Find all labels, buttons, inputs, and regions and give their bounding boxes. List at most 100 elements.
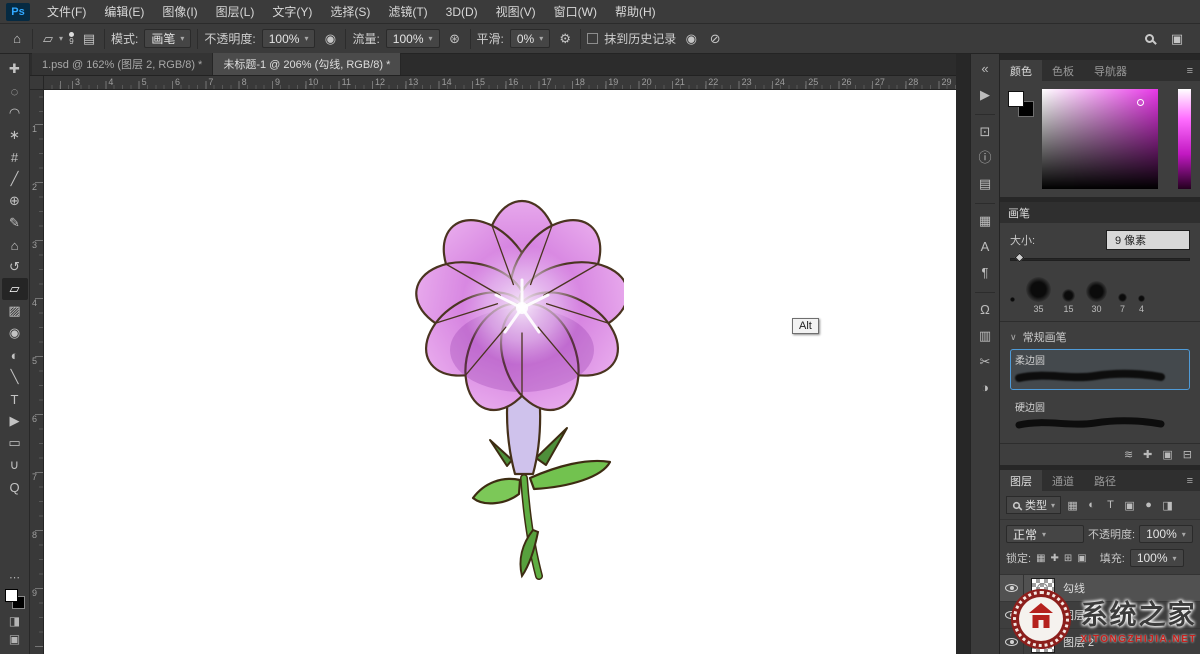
- mode-select[interactable]: 画笔 ▾: [144, 29, 191, 48]
- layer-filter-select[interactable]: 类型 ▾: [1006, 496, 1061, 514]
- filter-shape-icon[interactable]: ▣: [1122, 499, 1137, 512]
- menu-item[interactable]: 文件(F): [38, 0, 95, 24]
- filter-adjustment-icon[interactable]: ◐: [1084, 499, 1099, 511]
- blur-tool[interactable]: ◉: [2, 322, 28, 344]
- healing-brush-tool[interactable]: ⊕: [2, 190, 28, 212]
- scroll-gutter[interactable]: [956, 54, 970, 654]
- search-icon[interactable]: [1145, 34, 1154, 43]
- menu-item[interactable]: 滤镜(T): [379, 0, 436, 24]
- glyphs-panel-icon[interactable]: Ω: [980, 303, 990, 319]
- move-tool[interactable]: ✚: [2, 58, 28, 80]
- character-panel-icon[interactable]: A: [981, 240, 990, 256]
- gradient-tool[interactable]: ▨: [2, 300, 28, 322]
- brush-group-row[interactable]: ∨ 常规画笔: [1010, 329, 1190, 345]
- saturation-brightness-picker[interactable]: [1042, 89, 1158, 189]
- document-tab-1[interactable]: 1.psd @ 162% (图层 2, RGB/8) *: [32, 53, 213, 75]
- flow-select[interactable]: 100% ▾: [386, 29, 440, 48]
- marquee-tool[interactable]: ◌: [2, 80, 28, 102]
- gear-icon[interactable]: ⚙: [556, 31, 574, 47]
- canvas[interactable]: Alt: [44, 90, 956, 654]
- tab-channels[interactable]: 通道: [1042, 470, 1084, 491]
- pressure-opacity-icon[interactable]: ◉: [321, 31, 339, 47]
- libraries-panel-icon[interactable]: ▥: [979, 329, 991, 345]
- adjustments-panel-icon[interactable]: ◑: [981, 381, 989, 397]
- lock-position-icon[interactable]: ⊞: [1064, 553, 1072, 564]
- type-tool[interactable]: T: [2, 388, 28, 410]
- brush-size-slider[interactable]: [1010, 258, 1190, 261]
- tab-swatches[interactable]: 色板: [1042, 60, 1084, 81]
- layer-opacity-select[interactable]: 100% ▾: [1139, 525, 1193, 543]
- clone-stamp-tool[interactable]: ⌂: [2, 234, 28, 256]
- edit-toolbar-icon[interactable]: ⋯: [9, 571, 20, 584]
- filter-pixel-icon[interactable]: ▦: [1065, 499, 1080, 512]
- brush-preset-hard-round[interactable]: 硬边圆: [1010, 396, 1190, 437]
- clone-source-panel-icon[interactable]: ⊡: [980, 125, 991, 141]
- history-brush-tool[interactable]: ↺: [2, 256, 28, 278]
- erase-to-history-checkbox[interactable]: [587, 33, 598, 44]
- menu-item[interactable]: 选择(S): [321, 0, 379, 24]
- actions-panel-icon[interactable]: ▶: [980, 88, 990, 104]
- filter-smart-icon[interactable]: ●: [1141, 499, 1156, 511]
- hue-slider[interactable]: [1178, 89, 1191, 189]
- pen-tool[interactable]: ╲: [2, 366, 28, 388]
- collapse-panels-icon[interactable]: «: [981, 62, 988, 78]
- brush-settings-toggle-icon[interactable]: ▤: [80, 31, 98, 47]
- menu-item[interactable]: 编辑(E): [95, 0, 153, 24]
- lasso-tool[interactable]: ◠: [2, 102, 28, 124]
- document-tab-2[interactable]: 未标题-1 @ 206% (勾线, RGB/8) *: [213, 53, 401, 75]
- delete-brush-icon[interactable]: ⊟: [1183, 448, 1192, 461]
- color-swatches[interactable]: [4, 588, 26, 610]
- new-group-icon[interactable]: ▣: [1162, 448, 1172, 461]
- menu-item[interactable]: 文字(Y): [263, 0, 321, 24]
- blend-mode-select[interactable]: 正常 ▾: [1006, 525, 1084, 543]
- path-selection-tool[interactable]: ▶: [2, 410, 28, 432]
- panel-menu-icon[interactable]: ≡: [1180, 470, 1200, 491]
- tool-presets-panel-icon[interactable]: ✂: [980, 355, 991, 371]
- panel-menu-icon[interactable]: ≡: [1180, 60, 1200, 81]
- quick-mask-icon[interactable]: ◨: [9, 614, 20, 628]
- shape-tool[interactable]: ▭: [2, 432, 28, 454]
- tab-navigator[interactable]: 导航器: [1084, 60, 1137, 81]
- lock-pixels-icon[interactable]: ✚: [1051, 553, 1059, 564]
- brush-tip[interactable]: 35: [1026, 277, 1051, 314]
- airbrush-icon[interactable]: ⊛: [446, 31, 464, 47]
- lock-all-icon[interactable]: ▣: [1077, 553, 1086, 564]
- menu-item[interactable]: 帮助(H): [606, 0, 665, 24]
- workspace-icon[interactable]: ▣: [1168, 31, 1186, 47]
- brush-preset-picker[interactable]: 9: [69, 32, 74, 46]
- tablet-pressure-icon[interactable]: ◉: [682, 31, 700, 47]
- brush-tip[interactable]: [1010, 297, 1015, 314]
- tool-preset-picker[interactable]: ▱ ▾: [39, 31, 63, 47]
- menu-item[interactable]: 视图(V): [487, 0, 545, 24]
- tab-color[interactable]: 颜色: [1000, 60, 1042, 81]
- brush-tip[interactable]: 15: [1062, 289, 1075, 314]
- eraser-tool[interactable]: ▱: [2, 278, 28, 300]
- tab-paths[interactable]: 路径: [1084, 470, 1126, 491]
- filter-toggle-icon[interactable]: ◨: [1160, 499, 1175, 512]
- brush-tip[interactable]: 7: [1118, 293, 1127, 314]
- symmetry-icon[interactable]: ⊘: [706, 31, 724, 47]
- brush-panel-header[interactable]: 画笔: [1000, 202, 1200, 223]
- brush-tip[interactable]: 4: [1138, 295, 1145, 314]
- tab-layers[interactable]: 图层: [1000, 470, 1042, 491]
- quick-selection-tool[interactable]: ∗: [2, 124, 28, 146]
- smoothing-select[interactable]: 0% ▾: [510, 29, 550, 48]
- foreground-color-swatch[interactable]: [5, 589, 18, 602]
- brush-size-field[interactable]: 9 像素: [1106, 230, 1190, 250]
- hand-tool[interactable]: ∪: [2, 454, 28, 476]
- color-picker-cursor[interactable]: [1137, 99, 1144, 106]
- lock-transparency-icon[interactable]: ▦: [1036, 553, 1045, 564]
- brush-tool[interactable]: ✎: [2, 212, 28, 234]
- fill-select[interactable]: 100% ▾: [1130, 549, 1184, 567]
- zoom-tool[interactable]: Q: [2, 476, 28, 498]
- menu-item[interactable]: 图层(L): [207, 0, 264, 24]
- brush-tip[interactable]: 30: [1086, 281, 1107, 314]
- foreground-color-swatch[interactable]: [1008, 91, 1024, 107]
- brush-preset-soft-round[interactable]: 柔边圆: [1010, 349, 1190, 390]
- home-icon[interactable]: ⌂: [8, 31, 26, 46]
- stroke-preview-toggle-icon[interactable]: ≋: [1124, 448, 1133, 461]
- properties-panel-icon[interactable]: ▤: [979, 177, 991, 193]
- menu-item[interactable]: 图像(I): [153, 0, 206, 24]
- new-brush-icon[interactable]: ✚: [1143, 448, 1152, 461]
- opacity-select[interactable]: 100% ▾: [262, 29, 316, 48]
